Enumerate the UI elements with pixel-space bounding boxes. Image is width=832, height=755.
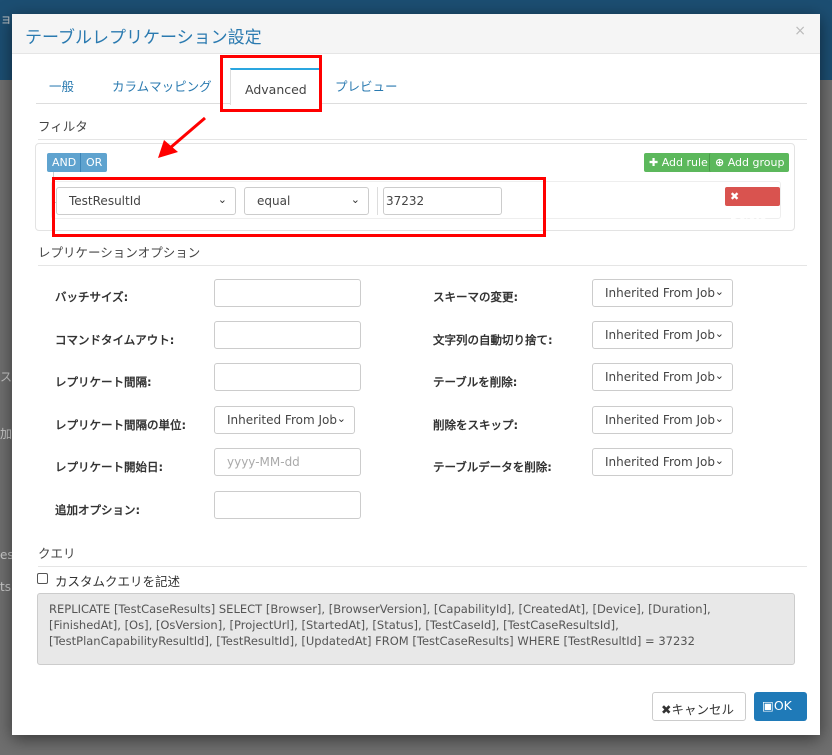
tab-bar: 一般 カラムマッピング Advanced プレビュー xyxy=(36,66,807,105)
dialog-header: テーブルレプリケーション設定 × xyxy=(12,14,820,54)
interval-unit-label: レプリケート間隔の単位: xyxy=(55,418,187,432)
tab-general[interactable]: 一般 xyxy=(49,76,74,95)
batch-size-label: バッチサイズ: xyxy=(55,290,129,304)
ok-label: OK xyxy=(773,698,792,713)
select-value: Inherited From Job xyxy=(605,413,715,427)
drop-table-select[interactable]: Inherited From Job ⌄ xyxy=(592,363,733,391)
extra-options-label: 追加オプション: xyxy=(55,503,141,517)
background-text: ョ xyxy=(0,12,13,26)
chevron-down-icon: ⌄ xyxy=(714,327,724,340)
background-text: ス xyxy=(0,370,13,384)
background-text: ts xyxy=(0,580,11,594)
start-date-label: レプリケート開始日: xyxy=(55,460,164,474)
and-button[interactable]: AND xyxy=(47,153,82,172)
add-group-label: Add group xyxy=(727,156,785,169)
command-timeout-input[interactable] xyxy=(214,321,361,349)
chevron-down-icon: ⌄ xyxy=(714,285,724,298)
close-icon: ✖ xyxy=(730,190,740,203)
annotation-highlight-box xyxy=(220,55,322,112)
background-text: 加 xyxy=(0,427,13,441)
skip-delete-select[interactable]: Inherited From Job ⌄ xyxy=(592,406,733,434)
chevron-down-icon: ⌄ xyxy=(714,454,724,467)
auto-truncate-label: 文字列の自動切り捨て: xyxy=(433,333,553,347)
annotation-arrow-icon xyxy=(158,116,206,158)
start-date-input[interactable]: yyyy-MM-dd xyxy=(214,448,361,476)
delete-label: Delete xyxy=(730,209,767,222)
chevron-down-icon: ⌄ xyxy=(714,412,724,425)
select-value: Inherited From Job xyxy=(605,286,715,300)
or-button[interactable]: OR xyxy=(80,153,108,172)
truncate-data-label: テーブルデータを削除: xyxy=(433,460,552,474)
query-section-title: クエリ xyxy=(38,543,807,567)
skip-delete-label: 削除をスキップ: xyxy=(433,418,519,432)
chevron-down-icon: ⌄ xyxy=(714,369,724,382)
select-value: Inherited From Job xyxy=(605,370,715,384)
dialog-title: テーブルレプリケーション設定 xyxy=(25,28,262,48)
plus-circle-icon: ⊕ xyxy=(715,156,725,169)
table-replication-dialog: テーブルレプリケーション設定 × 一般 カラムマッピング Advanced プレ… xyxy=(12,14,820,735)
annotation-highlight-box xyxy=(52,177,546,237)
cancel-label: キャンセル xyxy=(671,702,734,717)
schema-change-label: スキーマの変更: xyxy=(433,290,519,304)
query-textarea[interactable]: REPLICATE [TestCaseResults] SELECT [Brow… xyxy=(37,593,795,665)
tab-column-mapping[interactable]: カラムマッピング xyxy=(112,76,212,95)
interval-unit-value: Inherited From Job xyxy=(227,413,337,427)
extra-options-input[interactable] xyxy=(214,491,361,519)
interval-unit-select[interactable]: Inherited From Job ⌄ xyxy=(214,406,355,434)
plus-icon: ✚ xyxy=(649,156,659,169)
tab-preview[interactable]: プレビュー xyxy=(335,76,398,95)
replication-options-title: レプリケーションオプション xyxy=(38,242,807,266)
delete-rule-button[interactable]: ✖ Delete xyxy=(725,187,780,222)
chevron-down-icon: ⌄ xyxy=(336,412,346,425)
auto-truncate-select[interactable]: Inherited From Job ⌄ xyxy=(592,321,733,349)
add-rule-button[interactable]: ✚ Add rule xyxy=(644,153,713,172)
custom-query-checkbox[interactable] xyxy=(37,573,48,584)
truncate-data-select[interactable]: Inherited From Job ⌄ xyxy=(592,448,733,476)
close-icon[interactable]: × xyxy=(794,23,806,39)
batch-size-input[interactable] xyxy=(214,279,361,307)
add-rule-label: Add rule xyxy=(661,156,708,169)
replicate-interval-label: レプリケート間隔: xyxy=(55,375,152,389)
replicate-interval-input[interactable] xyxy=(214,363,361,391)
ok-button[interactable]: ▣OK xyxy=(754,692,807,721)
close-icon: ✖ xyxy=(661,702,672,717)
command-timeout-label: コマンドタイムアウト: xyxy=(55,333,175,347)
save-icon: ▣ xyxy=(762,698,774,713)
add-group-button[interactable]: ⊕ Add group xyxy=(709,153,790,172)
select-value: Inherited From Job xyxy=(605,328,715,342)
select-value: Inherited From Job xyxy=(605,455,715,469)
drop-table-label: テーブルを削除: xyxy=(433,375,518,389)
schema-change-select[interactable]: Inherited From Job ⌄ xyxy=(592,279,733,307)
custom-query-label: カスタムクエリを記述 xyxy=(55,574,181,589)
cancel-button[interactable]: ✖キャンセル xyxy=(652,692,746,721)
